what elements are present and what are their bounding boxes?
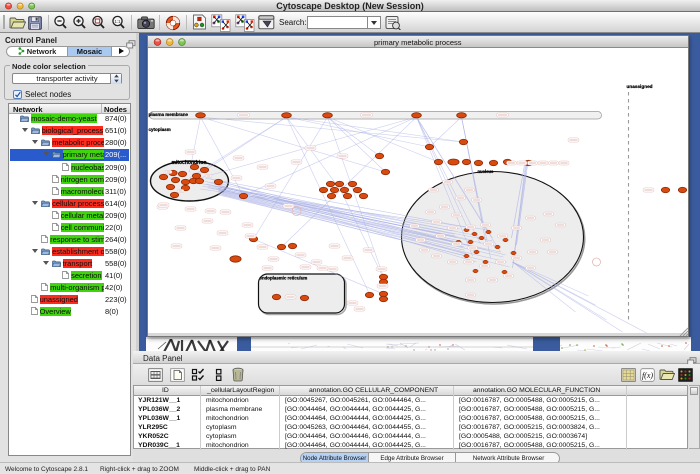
svg-text:endoplasmic reticulum: endoplasmic reticulum (259, 276, 307, 281)
svg-text:cytoplasm: cytoplasm (148, 127, 170, 132)
svg-text:nucleus: nucleus (477, 169, 493, 174)
svg-text:mitochondrion: mitochondrion (171, 160, 206, 166)
svg-text:plasma membrane: plasma membrane (148, 112, 188, 117)
svg-text:unassigned: unassigned (626, 84, 652, 89)
svg-text:1:1: 1:1 (114, 19, 121, 24)
svg-text:f(x): f(x) (642, 371, 653, 380)
